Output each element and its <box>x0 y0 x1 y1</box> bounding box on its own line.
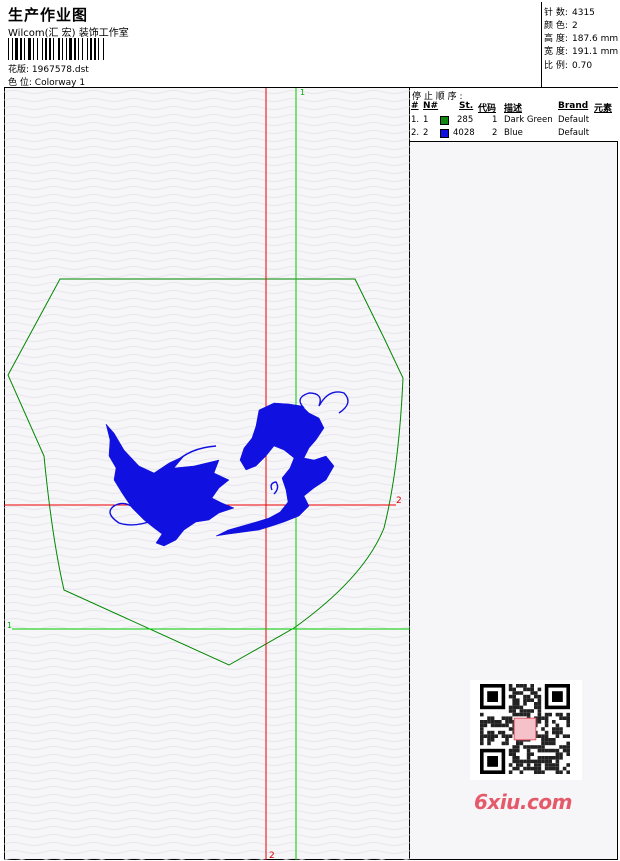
width-value: 191.1 mm <box>572 47 619 57</box>
row-n: 2 <box>423 128 429 138</box>
col-num: # <box>411 101 419 111</box>
design-file: 1967578.dst <box>31 65 89 75</box>
colorway-value: Colorway 1 <box>34 78 86 88</box>
row-code: 2 <box>492 128 498 138</box>
row-num: 2. <box>411 128 420 138</box>
marker-red-right: 2 <box>396 496 402 506</box>
scale-value: 0.70 <box>572 61 593 71</box>
stat-scale: 比 例: 0.70 <box>544 61 593 71</box>
qr-code-image <box>480 684 570 774</box>
stat-colors: 颜 色: 2 <box>544 21 578 31</box>
colorway-label: 色 位: <box>8 78 32 88</box>
row-st: 4028 <box>453 128 475 138</box>
company-name: Wilcom(汇 宏) 装饰工作室 <box>8 28 129 39</box>
row-st: 285 <box>457 115 474 125</box>
colors-value: 2 <box>572 21 578 31</box>
height-value: 187.6 mm <box>572 34 619 44</box>
marker-red-bottom: 2 <box>269 851 275 860</box>
col-brand: Brand <box>558 101 589 111</box>
col-st: St. <box>459 101 474 111</box>
table-row[interactable]: 2. 2 4028 2 Blue Default <box>410 128 618 141</box>
row-desc: Blue <box>504 128 523 138</box>
row-brand: Default <box>558 115 590 125</box>
stop-sequence-table: 停 止 顺 序 : # N# St. 代码 描述 Brand 元素 1. 1 2… <box>410 88 618 142</box>
design-label: 花版: <box>8 65 30 75</box>
stat-width: 宽 度: 191.1 mm <box>544 47 619 57</box>
page-title: 生产作业图 <box>8 6 89 24</box>
color-swatch <box>440 116 449 125</box>
col-n: N# <box>423 101 439 111</box>
stitches-value: 4315 <box>572 8 595 18</box>
row-brand: Default <box>558 128 590 138</box>
qr-code <box>470 680 582 780</box>
watermark-site: 6xiu.com <box>474 790 572 814</box>
color-swatch <box>440 129 449 138</box>
row-desc: Dark Green <box>504 115 553 125</box>
header-panel: 生产作业图 Wilcom(汇 宏) 装饰工作室 花版: 1967578.dst … <box>4 2 542 88</box>
col-element: 元素 <box>594 104 613 114</box>
colorway-line: 色 位: Colorway 1 <box>8 75 85 88</box>
design-preview: 1 1 2 2 <box>4 88 410 860</box>
col-code: 代码 <box>478 104 497 114</box>
marker-green-left: 1 <box>7 621 12 630</box>
col-desc: 描述 <box>504 104 523 114</box>
row-n: 1 <box>423 115 429 125</box>
design-line: 花版: 1967578.dst <box>8 62 89 75</box>
stat-height: 高 度: 187.6 mm <box>544 34 619 44</box>
stats-panel: 针 数: 4315 颜 色: 2 高 度: 187.6 mm 宽 度: 191.1 mm… <box>542 2 618 88</box>
stat-stitches: 针 数: 4315 <box>544 8 595 18</box>
design-canvas[interactable]: 1 1 2 2 <box>4 88 410 860</box>
marker-green-top: 1 <box>300 88 305 97</box>
barcode <box>8 38 104 60</box>
row-code: 1 <box>492 115 498 125</box>
table-row[interactable]: 1. 1 285 1 Dark Green Default <box>410 115 618 128</box>
row-num: 1. <box>411 115 420 125</box>
